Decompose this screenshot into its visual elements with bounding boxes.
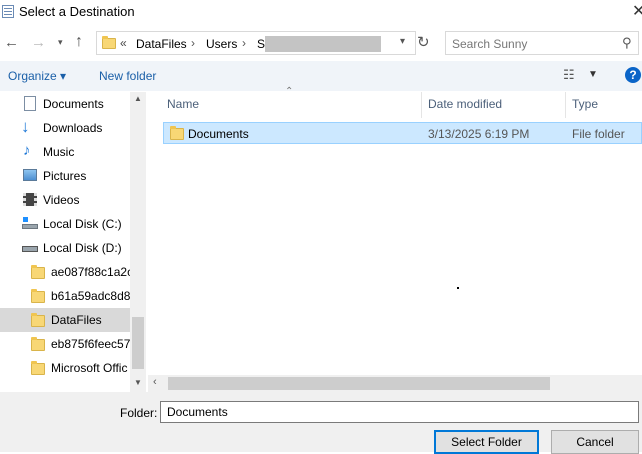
nav-item-label: Downloads (43, 121, 103, 135)
music-icon: ♪ (23, 142, 31, 159)
file-list-scrollbar[interactable]: ‹ (148, 375, 642, 392)
nav-item-label: Documents (43, 97, 104, 111)
folder-icon (31, 337, 45, 351)
nav-item-datafiles[interactable]: DataFiles (0, 308, 144, 332)
scroll-left-arrow-icon[interactable]: ‹ (153, 376, 157, 388)
pictures-icon (23, 169, 37, 181)
redacted-block (265, 36, 381, 52)
breadcrumb-separator-icon: › (191, 36, 195, 50)
folder-icon (31, 289, 45, 303)
nav-item-folder[interactable]: ae087f88c1a2c (0, 260, 144, 284)
toolbar: Organize ▾ New folder ☷ ▼ ? (0, 61, 642, 91)
navigation-pane: Documents ↓ Downloads ♪ Music Pictures V… (0, 92, 146, 392)
file-name: Documents (188, 127, 249, 141)
title-bar: Select a Destination ✕ (0, 0, 642, 24)
nav-item-folder[interactable]: b61a59adc8d8c (0, 284, 144, 308)
search-placeholder: Search Sunny (452, 37, 528, 51)
breadcrumb-datafiles[interactable]: DataFiles (136, 37, 187, 51)
folder-name-value: Documents (167, 405, 228, 419)
forward-arrow-icon[interactable]: → (31, 34, 46, 51)
nav-item-local-disk-c[interactable]: Local Disk (C:) (0, 212, 144, 236)
nav-item-label: Local Disk (C:) (43, 217, 122, 231)
search-input[interactable]: Search Sunny ⚲ (445, 31, 639, 55)
videos-icon (23, 193, 37, 206)
cancel-button[interactable]: Cancel (551, 430, 639, 454)
dialog-footer: Folder: Documents Select Folder Cancel (0, 392, 642, 454)
sort-ascending-icon: ⌃ (285, 86, 294, 97)
nav-item-label: Music (43, 145, 75, 159)
file-type: File folder (572, 127, 625, 141)
folder-icon (102, 36, 116, 49)
view-dropdown-chevron-icon[interactable]: ▼ (588, 69, 598, 80)
documents-icon (24, 96, 36, 111)
mouse-cursor-dot (457, 287, 459, 289)
nav-item-local-disk-d[interactable]: Local Disk (D:) (0, 236, 144, 260)
refresh-icon[interactable]: ↻ (417, 33, 430, 51)
nav-item-label: eb875f6feec575 (51, 337, 138, 351)
nav-item-label: Local Disk (D:) (43, 241, 122, 255)
folder-icon (31, 361, 45, 375)
window-title: Select a Destination (19, 4, 135, 19)
column-header-type[interactable]: Type (572, 97, 598, 111)
nav-item-label: Pictures (43, 169, 87, 183)
file-list-scrollbar-thumb[interactable] (168, 377, 550, 390)
column-header-name[interactable]: Name (167, 97, 199, 111)
folder-icon (170, 126, 184, 140)
address-dropdown-chevron-icon[interactable]: ▾ (400, 36, 405, 47)
scroll-down-arrow-icon[interactable]: ▼ (134, 378, 142, 387)
folder-icon (31, 313, 45, 327)
file-date-modified: 3/13/2025 6:19 PM (428, 127, 530, 141)
nav-item-label: ae087f88c1a2c (51, 265, 134, 279)
nav-item-label: b61a59adc8d8c (51, 289, 137, 303)
nav-scrollbar[interactable]: ▲ ▼ (130, 92, 146, 392)
organize-button[interactable]: Organize ▾ (8, 69, 66, 83)
windows-logo-icon (23, 217, 28, 222)
search-icon[interactable]: ⚲ (622, 35, 632, 51)
nav-item-downloads[interactable]: ↓ Downloads (0, 116, 144, 140)
column-divider[interactable] (565, 92, 566, 118)
folder-name-field[interactable]: Documents (160, 401, 639, 423)
drive-icon (22, 246, 38, 252)
nav-item-videos[interactable]: Videos (0, 188, 144, 212)
address-bar[interactable]: « DataFiles › Users › S ▾ (96, 31, 416, 55)
select-folder-button[interactable]: Select Folder (434, 430, 539, 454)
back-arrow-icon[interactable]: ← (4, 34, 19, 51)
nav-item-label: Videos (43, 193, 80, 207)
column-header-date-modified[interactable]: Date modified (428, 97, 502, 111)
breadcrumb-overflow[interactable]: « (120, 36, 127, 50)
close-icon[interactable]: ✕ (632, 1, 642, 21)
scroll-up-arrow-icon[interactable]: ▲ (134, 94, 142, 103)
local-disk-icon (22, 224, 38, 229)
new-folder-button[interactable]: New folder (99, 69, 156, 83)
recent-locations-chevron-icon[interactable]: ▾ (58, 37, 63, 48)
nav-scrollbar-thumb[interactable] (132, 317, 144, 369)
nav-item-label: DataFiles (51, 313, 102, 327)
nav-item-documents[interactable]: Documents (0, 92, 144, 116)
view-options-icon[interactable]: ☷ (563, 67, 575, 83)
up-arrow-icon[interactable]: ↑ (75, 33, 83, 51)
folder-label: Folder: (120, 406, 158, 420)
nav-item-pictures[interactable]: Pictures (0, 164, 144, 188)
breadcrumb-separator-icon: › (242, 36, 246, 50)
folder-icon (31, 265, 45, 279)
nav-item-label: Microsoft Offic (51, 361, 128, 375)
nav-item-music[interactable]: ♪ Music (0, 140, 144, 164)
nav-item-folder[interactable]: Microsoft Offic (0, 356, 144, 380)
dialog-icon (2, 5, 14, 18)
file-row[interactable]: Documents 3/13/2025 6:19 PM File folder (163, 122, 642, 144)
nav-item-folder[interactable]: eb875f6feec575 (0, 332, 144, 356)
downloads-icon: ↓ (21, 117, 30, 136)
breadcrumb-users[interactable]: Users (206, 37, 237, 51)
help-icon[interactable]: ? (625, 67, 641, 83)
column-divider[interactable] (421, 92, 422, 118)
breadcrumb-user[interactable]: S (257, 37, 265, 51)
